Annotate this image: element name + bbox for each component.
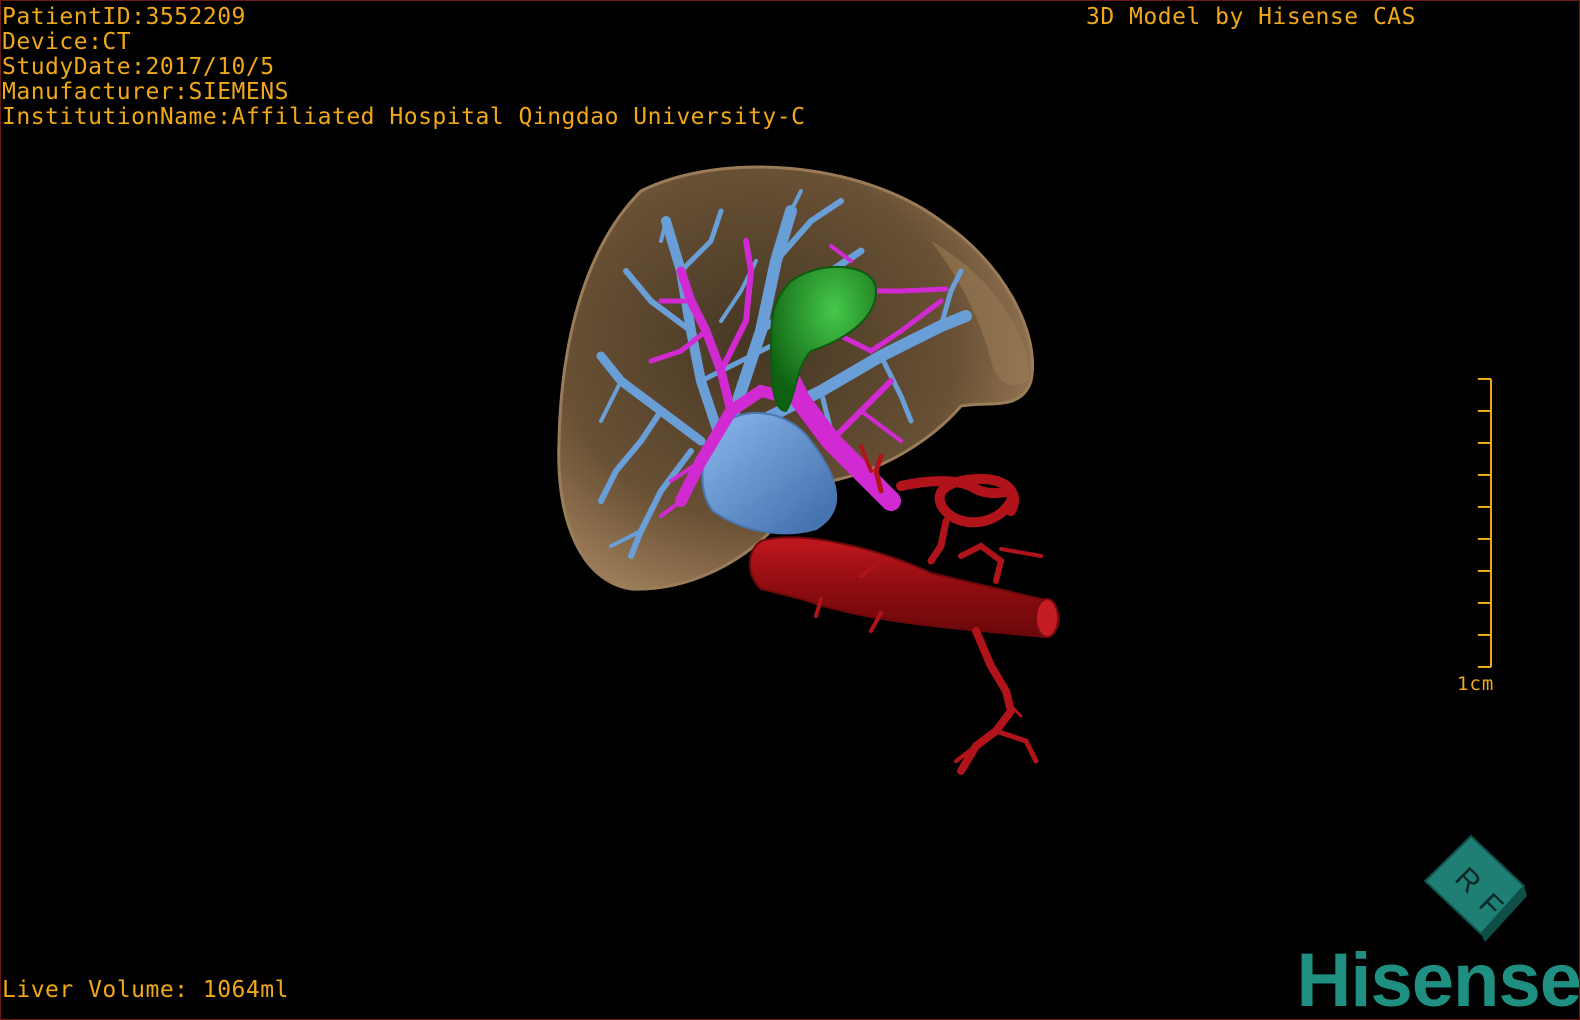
scale-label: 1cm xyxy=(1457,673,1495,695)
institution-text: InstitutionName:Affiliated Hospital Qing… xyxy=(2,104,806,130)
render-viewport[interactable]: PatientID:3552209 Device:CT StudyDate:20… xyxy=(0,0,1580,1020)
scale-bar xyxy=(1478,378,1492,668)
model-credit-text: 3D Model by Hisense CAS xyxy=(1086,4,1416,30)
device-text: Device:CT xyxy=(2,29,132,55)
3d-liver-model[interactable] xyxy=(1,1,1580,1020)
manufacturer-text: Manufacturer:SIEMENS xyxy=(2,79,289,105)
patient-id-text: PatientID:3552209 xyxy=(2,4,246,30)
liver-volume-text: Liver Volume: 1064ml xyxy=(2,977,289,1003)
study-date-text: StudyDate:2017/10/5 xyxy=(2,54,275,80)
hisense-logo: Hisense xyxy=(1296,938,1580,1020)
orientation-cube[interactable]: R F xyxy=(1421,834,1531,944)
